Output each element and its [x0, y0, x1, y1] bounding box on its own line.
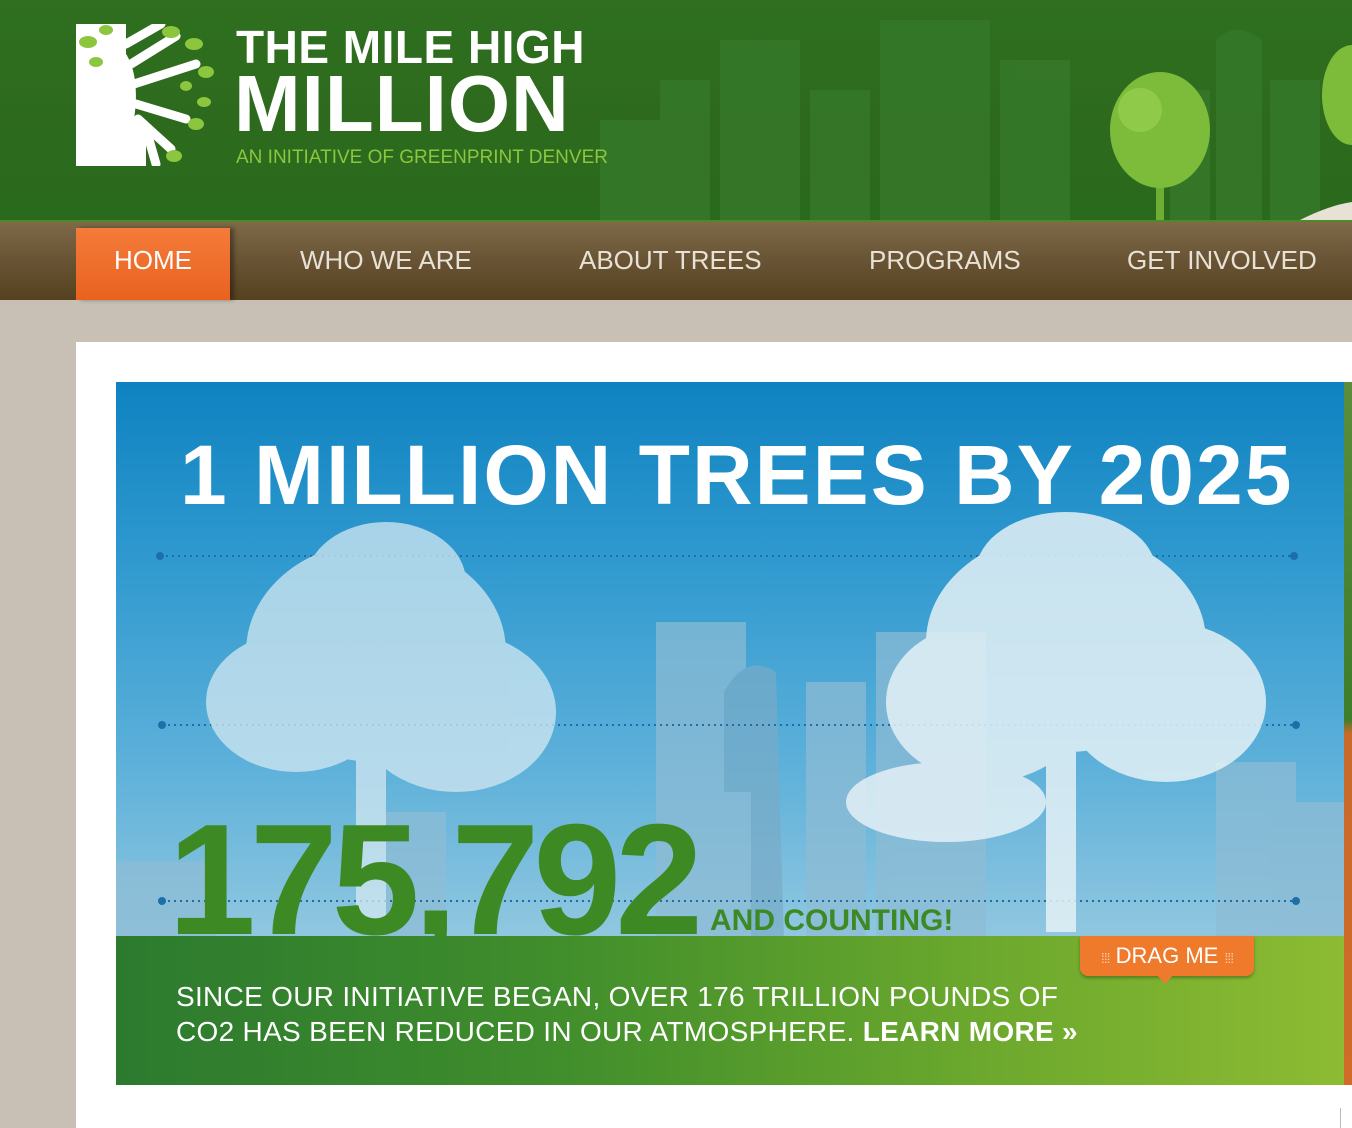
hero-body-line2-wrapper: CO2 HAS BEEN REDUCED IN OUR ATMOSPHERE. … — [176, 1015, 1078, 1049]
grip-icon: ⁞⁞⁞ — [1100, 950, 1111, 966]
divider — [1340, 1108, 1341, 1128]
next-slide-edge — [1344, 382, 1352, 1085]
counter-suffix: AND COUNTING! — [710, 906, 954, 936]
grip-icon: ⁞⁞⁞ — [1224, 950, 1234, 966]
learn-more-link[interactable]: LEARN MORE » — [863, 1016, 1078, 1047]
tree-logo-icon[interactable] — [76, 24, 216, 166]
main-nav: HOME WHO WE ARE ABOUT TREES PROGRAMS GET… — [0, 220, 1352, 300]
nav-item-about-trees[interactable]: ABOUT TREES — [579, 222, 762, 300]
drag-me-handle[interactable]: ⁞⁞⁞ DRAG ME ⁞⁞⁞ — [1080, 936, 1254, 976]
hero-title: 1 MILLION TREES BY 2025 — [180, 428, 1294, 522]
nav-item-get-involved[interactable]: GET INVOLVED — [1127, 222, 1317, 300]
hero-body-line1: SINCE OUR INITIATIVE BEGAN, OVER 176 TRI… — [176, 981, 1059, 1012]
nav-item-home[interactable]: HOME — [76, 228, 230, 300]
hero-body-line2: CO2 HAS BEEN REDUCED IN OUR ATMOSPHERE. — [176, 1016, 855, 1047]
logo-title-line2[interactable]: MILLION — [234, 64, 570, 144]
drag-me-pointer — [1156, 974, 1174, 984]
drag-me-label: DRAG ME — [1115, 943, 1219, 968]
nav-item-who-we-are[interactable]: WHO WE ARE — [300, 222, 472, 300]
logo-tagline: AN INITIATIVE OF GREENPRINT DENVER — [236, 147, 608, 168]
site-header: THE MILE HIGH MILLION AN INITIATIVE OF G… — [0, 0, 1352, 220]
nav-item-programs[interactable]: PROGRAMS — [869, 222, 1021, 300]
tree-counter: 175,792 — [168, 800, 698, 936]
